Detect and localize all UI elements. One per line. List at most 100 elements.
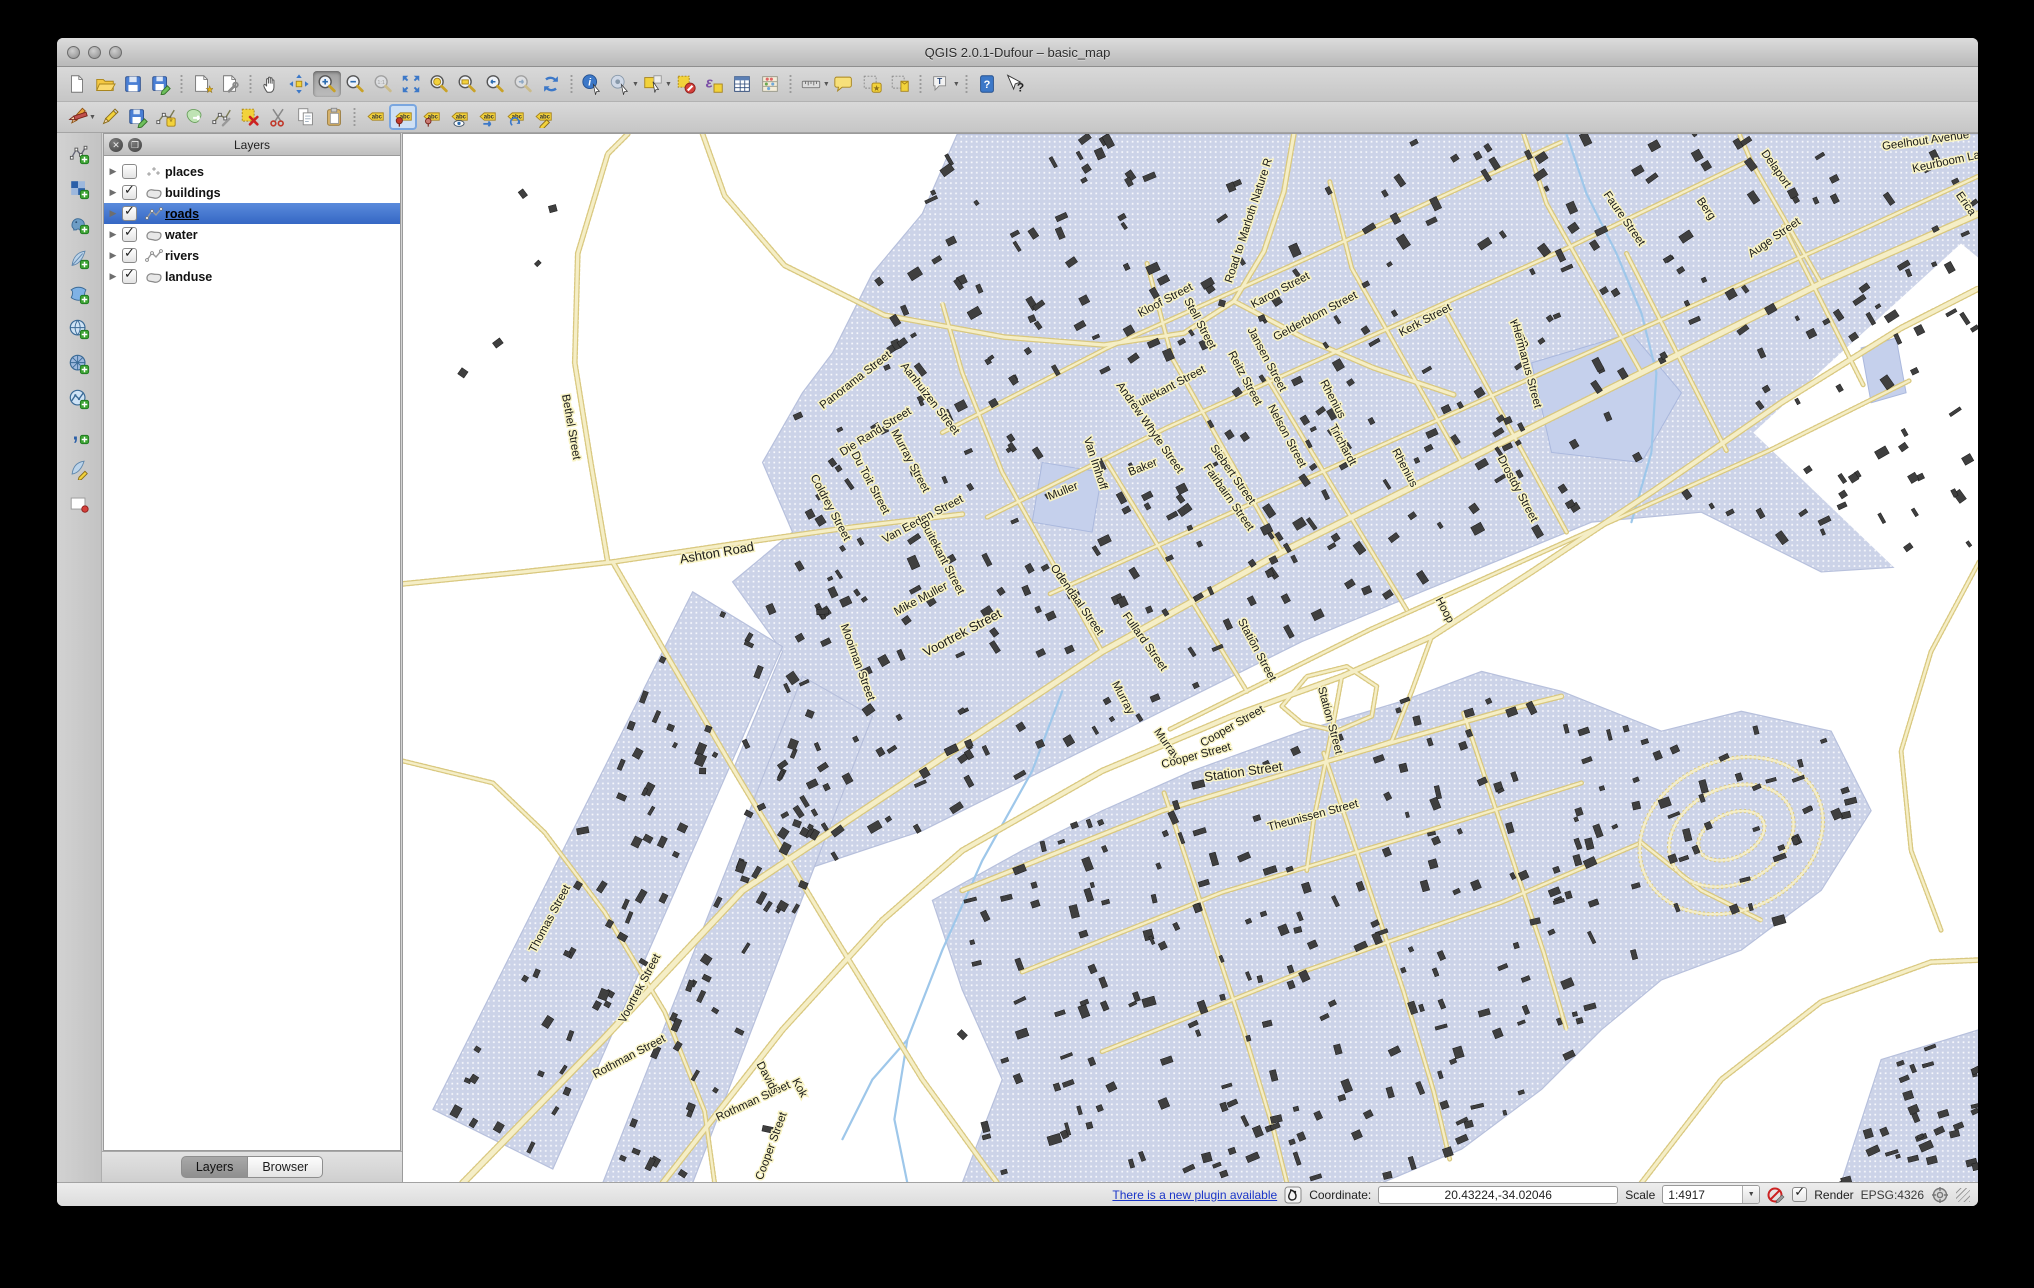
layer-visibility-checkbox[interactable] <box>122 185 137 200</box>
field-calculator-button[interactable] <box>756 71 784 97</box>
layer-row-roads[interactable]: ▶roads <box>104 203 400 224</box>
whats-this-button[interactable]: ? <box>1001 71 1029 97</box>
copy-features-button[interactable] <box>292 104 320 130</box>
new-project-button[interactable] <box>63 71 91 97</box>
new-shapefile-layer-button[interactable] <box>64 491 94 517</box>
save-project-as-button[interactable] <box>147 71 175 97</box>
add-wcs-layer-button[interactable] <box>64 351 94 377</box>
cut-features-button[interactable] <box>264 104 292 130</box>
crs-projector-icon[interactable] <box>1931 1186 1949 1204</box>
close-window-button[interactable] <box>67 46 80 59</box>
render-checkbox[interactable] <box>1792 1187 1807 1202</box>
layer-visibility-checkbox[interactable] <box>122 227 137 242</box>
add-mssql-layer-button[interactable] <box>64 281 94 307</box>
identify-features-button[interactable]: i <box>578 71 606 97</box>
expand-arrow-icon[interactable]: ▶ <box>104 229 122 240</box>
svg-text:*: * <box>169 117 173 127</box>
layer-visibility-checkbox[interactable] <box>122 269 137 284</box>
titlebar[interactable]: QGIS 2.0.1-Dufour – basic_map <box>57 38 1978 67</box>
map-canvas[interactable]: Road to Marloth Nature RBethel StreetAsh… <box>403 133 1978 1182</box>
zoom-to-selection-button[interactable] <box>425 71 453 97</box>
resize-grip[interactable] <box>1956 1188 1970 1202</box>
composer-manager-button[interactable] <box>216 71 244 97</box>
pin-unpin-labels-button[interactable]: abc <box>389 104 417 130</box>
map-svg[interactable]: Road to Marloth Nature RBethel StreetAsh… <box>403 134 1978 1182</box>
open-attribute-table-button[interactable] <box>728 71 756 97</box>
minimize-window-button[interactable] <box>88 46 101 59</box>
paste-features-button[interactable] <box>320 104 348 130</box>
help-contents-button[interactable]: ? <box>973 71 1001 97</box>
labeling-button[interactable]: abc <box>361 104 389 130</box>
select-features-button[interactable] <box>639 71 667 97</box>
text-annotation-button[interactable]: T <box>927 71 955 97</box>
add-delimited-text-layer-button[interactable]: , <box>64 421 94 447</box>
add-spatialite-layer-button[interactable] <box>64 246 94 272</box>
new-spatialite-layer-button[interactable] <box>64 456 94 482</box>
layer-row-landuse[interactable]: ▶landuse <box>104 266 400 287</box>
add-wms-layer-icon <box>68 318 90 340</box>
plugin-icon[interactable] <box>1284 1186 1302 1204</box>
panel-float-icon[interactable]: ❐ <box>128 138 142 152</box>
stop-render-icon[interactable] <box>1767 1186 1785 1204</box>
expand-arrow-icon[interactable]: ▶ <box>104 187 122 198</box>
zoom-out-button[interactable] <box>341 71 369 97</box>
pan-to-selection-button[interactable] <box>285 71 313 97</box>
zoom-next-button[interactable] <box>509 71 537 97</box>
highlight-pinned-labels-button[interactable]: abc <box>417 104 445 130</box>
add-postgis-layer-button[interactable] <box>64 211 94 237</box>
expand-arrow-icon[interactable]: ▶ <box>104 166 122 177</box>
zoom-window-button[interactable] <box>109 46 122 59</box>
toggle-editing-icon <box>99 106 121 128</box>
change-label-button[interactable]: abc <box>529 104 557 130</box>
add-feature-button[interactable]: * <box>152 104 180 130</box>
zoom-in-button[interactable] <box>313 71 341 97</box>
layer-visibility-checkbox[interactable] <box>122 248 137 263</box>
scale-combo[interactable]: 1:4917 ▼ <box>1662 1185 1760 1204</box>
plugin-link[interactable]: There is a new plugin available <box>1112 1188 1277 1202</box>
measure-line-button[interactable] <box>797 71 825 97</box>
layer-visibility-checkbox[interactable] <box>122 164 137 179</box>
run-feature-action-button[interactable] <box>606 71 634 97</box>
save-layer-edits-button[interactable] <box>124 104 152 130</box>
rotate-label-button[interactable]: abc <box>501 104 529 130</box>
delete-selected-button[interactable] <box>236 104 264 130</box>
add-raster-layer-button[interactable] <box>64 176 94 202</box>
expand-arrow-icon[interactable]: ▶ <box>104 208 122 219</box>
scale-dropdown-icon[interactable]: ▼ <box>1742 1186 1759 1203</box>
zoom-to-layer-button[interactable] <box>453 71 481 97</box>
layer-visibility-checkbox[interactable] <box>122 206 137 221</box>
add-wfs-layer-button[interactable] <box>64 386 94 412</box>
open-project-button[interactable] <box>91 71 119 97</box>
zoom-last-button[interactable] <box>481 71 509 97</box>
layer-row-rivers[interactable]: ▶ rivers <box>104 245 400 266</box>
new-composer-button[interactable]: ★ <box>188 71 216 97</box>
add-vector-layer-button[interactable] <box>64 141 94 167</box>
tab-layers[interactable]: Layers <box>181 1156 249 1178</box>
map-tips-button[interactable] <box>830 71 858 97</box>
layer-row-buildings[interactable]: ▶buildings <box>104 182 400 203</box>
tab-browser[interactable]: Browser <box>248 1156 323 1178</box>
zoom-native-button[interactable]: 1:1 <box>369 71 397 97</box>
layer-row-places[interactable]: ▶places <box>104 161 400 182</box>
save-project-button[interactable] <box>119 71 147 97</box>
pan-map-button[interactable] <box>257 71 285 97</box>
node-tool-button[interactable] <box>208 104 236 130</box>
current-edits-button[interactable] <box>63 104 91 130</box>
new-bookmark-button[interactable]: ★ <box>858 71 886 97</box>
add-wms-layer-button[interactable] <box>64 316 94 342</box>
expand-arrow-icon[interactable]: ▶ <box>104 271 122 282</box>
layer-label: rivers <box>165 249 199 263</box>
move-feature-button[interactable] <box>180 104 208 130</box>
expand-arrow-icon[interactable]: ▶ <box>104 250 122 261</box>
layer-row-water[interactable]: ▶water <box>104 224 400 245</box>
deselect-all-button[interactable] <box>672 71 700 97</box>
coordinate-input[interactable] <box>1378 1186 1618 1204</box>
select-by-expression-button[interactable]: ε <box>700 71 728 97</box>
refresh-button[interactable] <box>537 71 565 97</box>
toggle-editing-button[interactable] <box>96 104 124 130</box>
zoom-full-button[interactable] <box>397 71 425 97</box>
show-bookmarks-button[interactable] <box>886 71 914 97</box>
move-label-button[interactable]: abc <box>473 104 501 130</box>
panel-close-icon[interactable]: ✕ <box>109 138 123 152</box>
show-hide-labels-button[interactable]: abc <box>445 104 473 130</box>
